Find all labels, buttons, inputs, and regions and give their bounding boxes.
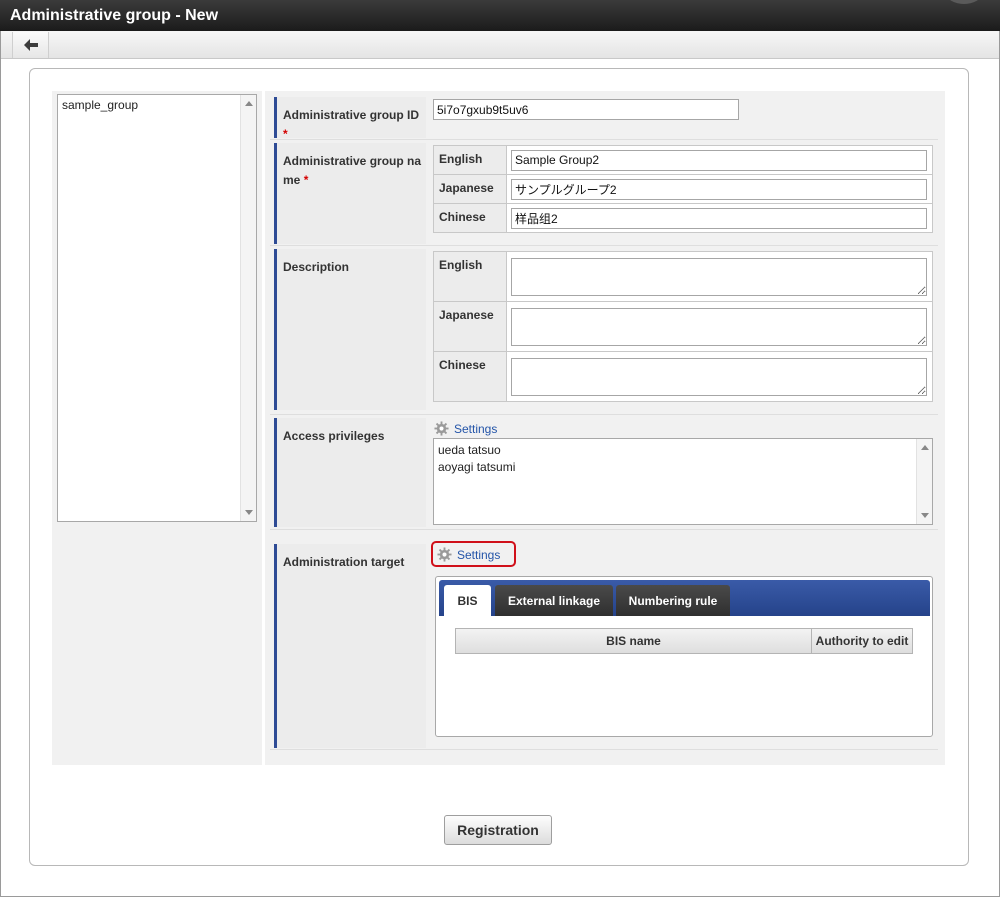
description-english-textarea[interactable] <box>511 257 927 296</box>
group-name-chinese-input[interactable] <box>511 207 927 229</box>
tab-bar: BIS External linkage Numbering rule <box>439 580 930 616</box>
tab-external-linkage[interactable]: External linkage <box>495 585 613 616</box>
column-header-authority[interactable]: Authority to edit <box>812 629 912 653</box>
description-chinese-textarea[interactable] <box>511 357 927 396</box>
tab-external-linkage-label: External linkage <box>507 593 601 608</box>
group-name-label: Administrative group na me * <box>274 143 426 244</box>
scroll-down-icon[interactable] <box>245 510 253 515</box>
administration-target-tabs: BIS External linkage Numbering rule BIS … <box>435 576 933 737</box>
window-corner-decoration <box>946 0 982 4</box>
tab-bis[interactable]: BIS <box>444 585 491 616</box>
group-listbox[interactable]: sample_group <box>57 94 257 522</box>
bis-table-header: BIS name Authority to edit <box>455 628 913 654</box>
group-id-label: Administrative group ID * <box>274 97 426 141</box>
lang-label-english: English <box>433 145 507 175</box>
arrow-left-icon <box>23 39 38 51</box>
column-divider <box>262 91 265 765</box>
list-item[interactable]: sample_group <box>62 98 138 112</box>
description-table: English Japanese Chinese <box>433 251 933 402</box>
lang-label-english: English <box>433 251 507 302</box>
administration-target-label-text: Administration target <box>283 555 405 569</box>
group-id-label-text: Administrative group ID <box>283 108 420 122</box>
scroll-up-icon[interactable] <box>245 101 253 106</box>
group-name-label-text-2: me <box>283 173 301 187</box>
window-title-bar: Administrative group - New <box>0 0 1000 31</box>
row-divider <box>270 139 938 140</box>
tab-numbering-rule-label: Numbering rule <box>628 593 718 608</box>
required-mark: * <box>303 173 309 187</box>
tab-bis-label: BIS <box>457 593 478 608</box>
back-button[interactable] <box>12 32 49 58</box>
lang-label-japanese: Japanese <box>433 174 507 204</box>
lang-label-japanese: Japanese <box>433 301 507 352</box>
registration-button[interactable]: Registration <box>444 815 552 845</box>
row-divider <box>270 414 938 415</box>
group-name-table: English Japanese Chinese <box>433 145 933 233</box>
access-privileges-label: Access privileges <box>274 418 426 527</box>
group-name-label-text-1: Administrative group na <box>283 154 422 168</box>
highlight-box <box>431 541 516 567</box>
column-header-bis-name[interactable]: BIS name <box>456 629 812 653</box>
administration-target-label: Administration target <box>274 544 426 748</box>
list-item[interactable]: ueda tatsuo <box>438 442 928 459</box>
lang-label-chinese: Chinese <box>433 351 507 402</box>
access-settings-label: Settings <box>454 421 498 436</box>
group-name-english-input[interactable] <box>511 149 927 171</box>
row-divider <box>270 245 938 246</box>
row-divider <box>270 529 938 530</box>
access-settings-link[interactable]: Settings <box>434 421 497 436</box>
scroll-up-icon[interactable] <box>921 445 929 450</box>
description-japanese-textarea[interactable] <box>511 307 927 346</box>
description-label-text: Description <box>283 260 350 274</box>
description-label: Description <box>274 249 426 410</box>
group-name-japanese-input[interactable] <box>511 178 927 200</box>
window-title: Administrative group - New <box>10 7 219 24</box>
row-divider <box>270 749 938 750</box>
gear-icon <box>434 421 449 436</box>
listbox-scrollbar[interactable] <box>240 95 256 521</box>
group-id-input[interactable] <box>433 99 739 120</box>
access-privileges-listbox[interactable]: ueda tatsuo aoyagi tatsumi <box>433 438 933 525</box>
tab-numbering-rule[interactable]: Numbering rule <box>616 585 730 616</box>
list-item[interactable]: aoyagi tatsumi <box>438 459 928 476</box>
access-privileges-label-text: Access privileges <box>283 429 385 443</box>
scroll-down-icon[interactable] <box>921 513 929 518</box>
lang-label-chinese: Chinese <box>433 203 507 233</box>
toolbar <box>0 31 1000 59</box>
privileges-scrollbar[interactable] <box>916 439 932 524</box>
